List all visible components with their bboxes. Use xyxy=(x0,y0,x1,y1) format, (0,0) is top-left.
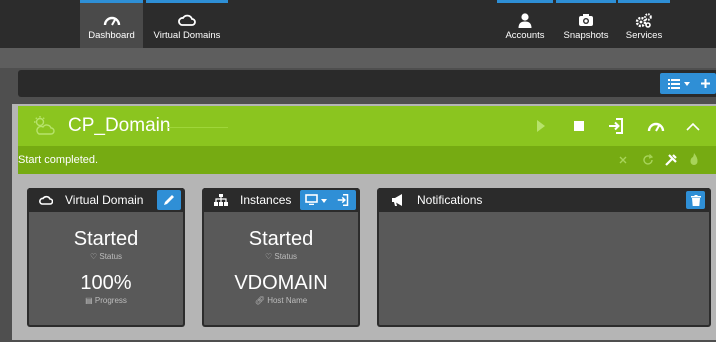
notifications-card: Notifications xyxy=(377,188,711,327)
sign-in-icon[interactable] xyxy=(337,194,349,206)
edit-button[interactable] xyxy=(157,190,181,210)
status-caption-text: Status xyxy=(99,252,123,261)
close-icon[interactable] xyxy=(619,156,627,164)
card-header: Virtual Domain xyxy=(29,188,183,212)
domain-name: CP_Domain xyxy=(68,115,171,136)
card-header: Instances xyxy=(204,188,358,212)
nav-services-label: Services xyxy=(625,30,663,41)
card-header: Notifications xyxy=(379,188,709,212)
header-strip xyxy=(0,48,716,68)
nav-accounts-label: Accounts xyxy=(505,30,545,41)
nav-dashboard[interactable]: Dashboard xyxy=(80,0,143,48)
heart-icon: ♡ xyxy=(89,252,100,261)
domain-title-divider xyxy=(168,127,228,128)
domain-toolbar xyxy=(18,70,716,97)
clear-notifications-button[interactable] xyxy=(686,191,705,209)
status-caption-text: Status xyxy=(274,252,298,261)
tools-icon[interactable] xyxy=(664,153,678,167)
progress-caption: ▤ Progress xyxy=(29,296,183,305)
speedometer-icon xyxy=(103,16,120,26)
trash-icon xyxy=(690,194,701,206)
card-title: Notifications xyxy=(417,193,483,207)
status-value: Started xyxy=(248,228,314,250)
domain-panel: CP_Domain Start completed. Virtual Domai… xyxy=(12,104,716,340)
link-icon: 🔗︎ xyxy=(254,296,268,305)
domain-header: CP_Domain xyxy=(18,106,716,146)
nav-active-indicator xyxy=(80,0,143,3)
nav-dashboard-label: Dashboard xyxy=(88,30,135,41)
instances-actions xyxy=(300,190,356,210)
nav-virtual-domains-label: Virtual Domains xyxy=(153,30,221,41)
caret-down-icon xyxy=(684,82,690,86)
sign-in-icon[interactable] xyxy=(608,118,624,134)
nav-virtual-domains[interactable]: Virtual Domains xyxy=(146,0,228,48)
add-icon[interactable] xyxy=(701,79,710,88)
view-options-button[interactable] xyxy=(660,73,716,94)
chevron-up-icon[interactable] xyxy=(686,122,700,131)
top-nav-bar: Dashboard Virtual Domains Accounts Snaps… xyxy=(0,0,716,48)
monitor-icon[interactable] xyxy=(305,194,318,205)
instances-card: Instances Started ♡ Status VDOMAIN 🔗︎ Ho… xyxy=(202,188,360,327)
status-bar: Start completed. xyxy=(18,146,716,174)
status-message: Start completed. xyxy=(18,154,99,166)
nav-top-indicator xyxy=(556,0,616,3)
progress-icon: ▤ xyxy=(85,296,95,305)
sitemap-icon xyxy=(214,194,228,206)
weather-icon xyxy=(34,116,55,135)
host-name-caption-text: Host Name xyxy=(267,296,308,305)
nav-snapshots-label: Snapshots xyxy=(563,30,609,41)
status-caption: ♡ Status xyxy=(29,252,183,261)
fire-icon[interactable] xyxy=(689,153,699,166)
nav-accounts[interactable]: Accounts xyxy=(497,0,553,48)
status-value: Started xyxy=(73,228,139,250)
megaphone-icon xyxy=(392,194,402,206)
card-title: Virtual Domain xyxy=(65,193,144,207)
progress-caption-text: Progress xyxy=(94,296,127,305)
list-icon xyxy=(668,79,680,89)
play-icon[interactable] xyxy=(536,120,546,132)
host-name-value: VDOMAIN xyxy=(234,272,328,294)
nav-top-indicator xyxy=(497,0,553,3)
refresh-icon[interactable] xyxy=(642,154,654,166)
cloud-icon xyxy=(178,14,196,26)
camera-icon xyxy=(579,14,593,26)
nav-snapshots[interactable]: Snapshots xyxy=(556,0,616,48)
caret-down-icon[interactable] xyxy=(321,199,327,203)
progress-value: 100% xyxy=(80,272,132,294)
nav-top-indicator xyxy=(618,0,670,3)
nav-services[interactable]: Services xyxy=(618,0,670,48)
status-caption: ♡ Status xyxy=(204,252,358,261)
pencil-icon xyxy=(164,195,174,205)
gears-icon xyxy=(635,13,652,28)
speedometer-icon[interactable] xyxy=(647,119,665,133)
heart-icon: ♡ xyxy=(264,252,275,261)
nav-top-indicator xyxy=(146,0,228,3)
virtual-domain-card: Virtual Domain Started ♡ Status 100% ▤ P… xyxy=(27,188,185,327)
stop-icon[interactable] xyxy=(574,121,584,131)
card-title: Instances xyxy=(240,193,292,207)
cloud-icon xyxy=(39,195,53,205)
user-icon xyxy=(518,13,532,28)
host-name-caption: 🔗︎ Host Name xyxy=(204,296,358,305)
